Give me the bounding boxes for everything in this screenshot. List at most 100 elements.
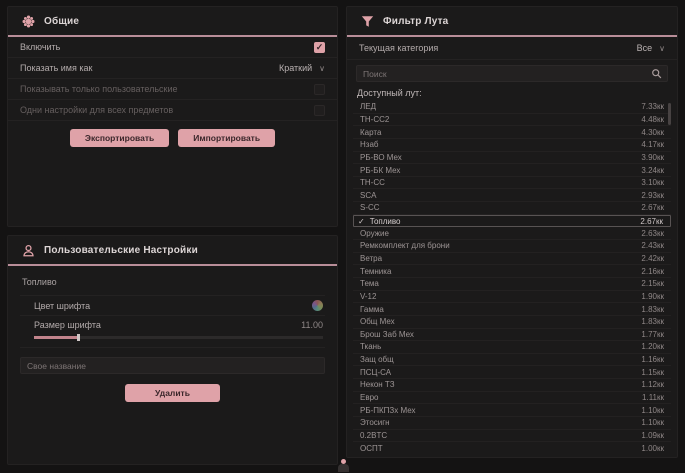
loot-item-row[interactable]: Карта 4.30кк (353, 126, 671, 139)
loot-item-row[interactable]: Ремкомплект для брони 2.43кк (353, 240, 671, 253)
font-size-slider-wrap (20, 334, 325, 348)
import-button[interactable]: Импортировать (178, 129, 275, 147)
delete-button[interactable]: Удалить (125, 384, 220, 402)
search-box (356, 65, 668, 82)
loot-item-row[interactable]: Нзаб 4.17кк (353, 139, 671, 152)
loot-item-row[interactable]: РБ-БК Мех 3.24кк (353, 164, 671, 177)
same-settings-checkbox[interactable] (314, 105, 325, 116)
loot-item-value: 1.83кк (641, 305, 664, 314)
loot-item-row[interactable]: Оружие 2.63кк (353, 227, 671, 240)
loot-item-value: 2.42кк (641, 254, 664, 263)
loot-item-value: 2.67кк (641, 203, 664, 212)
enable-checkbox[interactable]: ✓ (314, 42, 325, 53)
user-settings-content: Топливо Цвет шрифта Размер шрифта 11.00 (8, 266, 337, 402)
loot-item-name: Защ общ (360, 355, 394, 364)
loot-item-name: РБ-БК Мех (360, 166, 400, 175)
search-input[interactable] (363, 69, 651, 79)
same-settings-row: Одни настройки для всех предметов (8, 100, 337, 121)
loot-item-name: ПСЦ-СА (360, 368, 391, 377)
loot-item-value: 2.15кк (641, 279, 664, 288)
loot-item-row[interactable]: S-СС 2.67кк (353, 202, 671, 215)
loot-item-row[interactable]: ✓Топливо 2.67кк (353, 215, 671, 228)
loot-item-name: ТН-СС2 (360, 115, 389, 124)
loot-item-value: 1.11кк (642, 393, 664, 402)
loot-item-row[interactable]: V-12 1.90кк (353, 291, 671, 304)
only-custom-row: Показывать только пользовательские (8, 79, 337, 100)
font-size-label: Размер шрифта (34, 320, 101, 330)
font-size-slider[interactable] (34, 336, 323, 339)
loot-item-row[interactable]: ТН-СС 3.10кк (353, 177, 671, 190)
loot-item-name: Ткань (360, 342, 381, 351)
loot-item-name: Евро (360, 393, 378, 402)
font-size-row: Размер шрифта 11.00 (20, 315, 325, 334)
loot-item-name: Некон ТЗ (360, 380, 395, 389)
general-panel-header: Общие (8, 7, 337, 35)
loot-item-value: 2.16кк (641, 267, 664, 276)
loot-item-row[interactable]: Ветра 2.42кк (353, 253, 671, 266)
loot-item-row[interactable]: Ткань 1.20кк (353, 341, 671, 354)
loot-item-row[interactable]: Этосигн 1.10кк (353, 417, 671, 430)
loot-item-name: Ветра (360, 254, 382, 263)
loot-item-value: 3.24кк (641, 166, 664, 175)
loot-item-name: РБ-ВО Мех (360, 153, 402, 162)
loot-item-name: Ремкомплект для брони (360, 241, 450, 250)
loot-item-name: S-СС (360, 203, 380, 212)
loot-item-row[interactable]: 0.2BTC 1.09кк (353, 430, 671, 443)
loot-item-value: 1.10кк (641, 418, 664, 427)
loot-item-name: V-12 (360, 292, 376, 301)
same-settings-label: Одни настройки для всех предметов (20, 105, 173, 115)
loot-item-value: 2.67кк (640, 217, 663, 226)
search-icon (651, 68, 662, 79)
loot-item-row[interactable]: ТН-СС2 4.48кк (353, 114, 671, 127)
loot-item-row[interactable]: SCA 2.93кк (353, 189, 671, 202)
loot-item-row[interactable]: РБ-ПКПЗх Мех 1.10кк (353, 404, 671, 417)
mascot-icon[interactable] (337, 459, 350, 472)
slider-handle[interactable] (77, 334, 80, 341)
loot-item-row[interactable]: Брош Заб Мех 1.77кк (353, 329, 671, 342)
loot-item-value: 1.90кк (641, 292, 664, 301)
category-row: Текущая категория Все ∨ (347, 37, 677, 60)
only-custom-checkbox[interactable] (314, 84, 325, 95)
loot-filter-panel: Фильтр Лута Текущая категория Все ∨ (346, 6, 678, 458)
name-mode-select[interactable]: Краткий ∨ (279, 63, 325, 73)
custom-name-input[interactable] (20, 357, 325, 374)
loot-item-name: РБ-ПКПЗх Мех (360, 406, 416, 415)
mascot-body (338, 464, 349, 472)
loot-item-name: Гамма (360, 305, 384, 314)
loot-item-row[interactable]: Защ общ 1.16кк (353, 354, 671, 367)
loot-item-row[interactable]: Некон ТЗ 1.12кк (353, 379, 671, 392)
loot-item-row[interactable]: Тема 2.15кк (353, 278, 671, 291)
loot-item-row[interactable]: Евро 1.11кк (353, 392, 671, 405)
loot-item-row[interactable]: Общ Мех 1.83кк (353, 316, 671, 329)
loot-item-value: 1.83кк (641, 317, 664, 326)
general-panel-title: Общие (44, 16, 79, 27)
user-settings-title: Пользовательские Настройки (44, 245, 198, 256)
loot-item-value: 2.93кк (641, 191, 664, 200)
loot-item-value: 1.12кк (641, 380, 664, 389)
loot-item-name: Этосигн (360, 418, 390, 427)
loot-item-row[interactable]: ПСЦ-СА 1.15кк (353, 366, 671, 379)
color-wheel-icon[interactable] (312, 300, 323, 311)
export-button[interactable]: Экспортировать (70, 129, 169, 147)
loot-item-name: ✓Топливо (358, 217, 401, 226)
loot-item-name: Карта (360, 128, 381, 137)
enable-label: Включить (20, 42, 60, 52)
loot-item-name: 0.2BTC (360, 431, 387, 440)
loot-item-row[interactable]: ОСПТ 1.00кк (353, 442, 671, 451)
loot-item-row[interactable]: РБ-ВО Мех 3.90кк (353, 152, 671, 165)
loot-item-row[interactable]: Темника 2.16кк (353, 265, 671, 278)
loot-list: ЛЕД 7.33кк ТН-СС2 4.48кк Карта 4.30кк Нз… (353, 101, 671, 451)
loot-item-value: 4.30кк (641, 128, 664, 137)
loot-item-value: 1.09кк (641, 431, 664, 440)
loot-item-value: 1.16кк (641, 355, 664, 364)
slider-fill (34, 336, 77, 339)
loot-item-value: 2.63кк (641, 229, 664, 238)
category-select[interactable]: Все ∨ (637, 43, 665, 53)
loot-item-value: 1.10кк (641, 406, 664, 415)
loot-item-row[interactable]: Гамма 1.83кк (353, 303, 671, 316)
enable-row: Включить ✓ (8, 37, 337, 58)
loot-item-row[interactable]: ЛЕД 7.33кк (353, 101, 671, 114)
general-buttons-row: Экспортировать Импортировать (8, 121, 337, 155)
scrollbar-thumb[interactable] (668, 103, 671, 125)
loot-item-name: ТН-СС (360, 178, 385, 187)
